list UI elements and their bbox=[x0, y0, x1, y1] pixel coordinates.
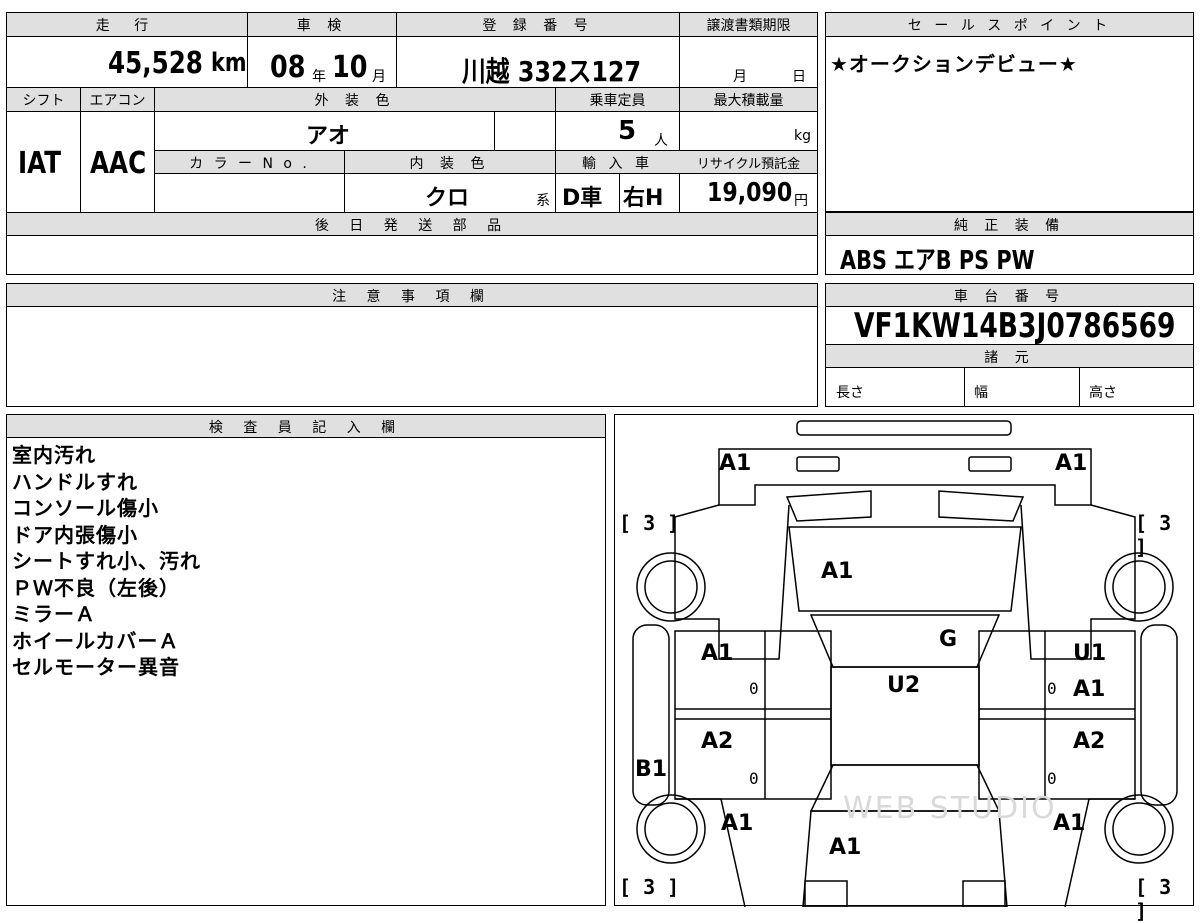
capacity-label: 乗車定員 bbox=[589, 93, 646, 109]
interior-color-suffix: 系 bbox=[536, 193, 550, 209]
inspector-label: 検 査 員 記 入 欄 bbox=[208, 420, 404, 436]
note-line: コンソール傷小 bbox=[12, 496, 159, 520]
exterior-color-value: アオ bbox=[306, 124, 351, 149]
damage-right-front-door: A1 bbox=[1073, 677, 1106, 702]
capacity-value: 5 bbox=[618, 116, 637, 146]
left-front-door-count: 0 bbox=[749, 679, 759, 698]
exterior-color-label: 外 装 色 bbox=[314, 93, 396, 109]
damage-windshield: G bbox=[939, 627, 958, 652]
note-line: 室内汚れ bbox=[12, 443, 96, 467]
mileage-unit: km bbox=[211, 48, 247, 78]
note-line: ドア内張傷小 bbox=[12, 522, 138, 547]
note-line: ミラーＡ bbox=[12, 602, 96, 626]
import-type-value: D車 bbox=[562, 186, 603, 211]
chassis-label: 車 台 番 号 bbox=[953, 289, 1066, 305]
note-line: ＰＷ不良（左後） bbox=[12, 575, 180, 600]
tire-front-right: [ 3 ] bbox=[1135, 511, 1172, 559]
later-parts-label: 後 日 発 送 部 品 bbox=[314, 218, 510, 234]
damage-right-front-door-upper: U1 bbox=[1073, 641, 1107, 666]
registration-label: 登 録 番 号 bbox=[482, 18, 594, 34]
mileage-label: 走 行 bbox=[95, 18, 159, 34]
chassis-number: VF1KW14B3J0786569 bbox=[854, 306, 1176, 346]
sales-point-box bbox=[825, 12, 1194, 212]
note-line: シートすれ小、汚れ bbox=[12, 549, 201, 573]
right-rear-door-count: 0 bbox=[1047, 769, 1057, 788]
right-front-door-count: 0 bbox=[1047, 679, 1057, 698]
damage-left-rear-fender: A1 bbox=[721, 811, 754, 836]
damage-trunk: A1 bbox=[829, 835, 862, 860]
spec-length: 長さ bbox=[836, 385, 864, 401]
damage-roof: U2 bbox=[887, 673, 921, 698]
transfer-deadline-label: 譲渡書類期限 bbox=[706, 18, 791, 34]
damage-hood: A1 bbox=[821, 559, 854, 584]
damage-diagram: A1 A1 [ 3 ] [ 3 ] A1 G U2 A1 0 A2 0 B1 U… bbox=[614, 414, 1194, 923]
transfer-month-unit: 月 bbox=[733, 69, 747, 85]
recycle-label: リサイクル預託金 bbox=[696, 157, 801, 172]
interior-color-label: 内 装 色 bbox=[409, 156, 491, 172]
registration-value: 川越 332ス127 bbox=[462, 55, 642, 88]
color-no-label: カ ラ ー N o . bbox=[189, 156, 310, 172]
sales-point-label: セ ー ル ス ポ イ ン ト bbox=[907, 18, 1112, 34]
recycle-fee-value: 19,090 bbox=[707, 178, 793, 208]
handle-value: 右H bbox=[623, 186, 664, 211]
damage-right-rear-door: A2 bbox=[1073, 729, 1106, 754]
caution-label: 注 意 事 項 欄 bbox=[332, 289, 492, 305]
tire-rear-right: [ 3 ] bbox=[1135, 875, 1172, 923]
damage-left-rear-door: A2 bbox=[701, 729, 734, 754]
aircon-label: エアコン bbox=[89, 93, 146, 109]
shift-value: IAT bbox=[18, 146, 62, 181]
max-load-unit: kg bbox=[794, 128, 811, 144]
mileage-value: 45,528 bbox=[108, 46, 203, 81]
shaken-year-unit: 年 bbox=[312, 69, 326, 85]
damage-left-front-door: A1 bbox=[701, 641, 734, 666]
shaken-label: 車 検 bbox=[296, 18, 348, 34]
tire-front-left: [ 3 ] bbox=[619, 511, 680, 535]
sales-point-text: ★オークションデビュー★ bbox=[830, 52, 1078, 76]
shaken-month-unit: 月 bbox=[372, 69, 386, 85]
specs-label: 諸 元 bbox=[984, 350, 1035, 366]
tire-rear-left: [ 3 ] bbox=[619, 875, 680, 899]
spec-height: 高さ bbox=[1089, 385, 1117, 401]
transfer-day-unit: 日 bbox=[792, 69, 806, 85]
damage-front-right: A1 bbox=[1055, 451, 1088, 476]
shaken-year: 08 bbox=[270, 50, 306, 85]
standard-equipment-label: 純 正 装 備 bbox=[953, 218, 1066, 234]
note-line: セルモーター異音 bbox=[12, 655, 180, 679]
damage-right-rear-fender: A1 bbox=[1053, 811, 1086, 836]
interior-color-value: クロ bbox=[425, 186, 470, 211]
note-line: ホイールカバーＡ bbox=[12, 628, 180, 653]
max-load-label: 最大積載量 bbox=[713, 93, 784, 109]
shaken-month: 10 bbox=[332, 50, 368, 85]
damage-left-rocker: B1 bbox=[635, 757, 668, 782]
recycle-fee-unit: 円 bbox=[794, 193, 808, 209]
standard-equipment-value: ABS エアB PS PW bbox=[840, 246, 1035, 276]
note-line: ハンドルすれ bbox=[12, 469, 138, 494]
inspector-notes: 室内汚れ ハンドルすれ コンソール傷小 ドア内張傷小 シートすれ小、汚れ ＰＷ不… bbox=[12, 442, 201, 681]
spec-width: 幅 bbox=[974, 385, 988, 401]
import-label: 輸 入 車 bbox=[582, 156, 653, 172]
aircon-value: AAC bbox=[90, 146, 147, 181]
shift-label: シフト bbox=[22, 93, 65, 109]
damage-front-left: A1 bbox=[719, 451, 752, 476]
watermark: WEB STUDIO bbox=[843, 791, 1057, 826]
left-rear-door-count: 0 bbox=[749, 769, 759, 788]
capacity-unit: 人 bbox=[654, 133, 668, 149]
